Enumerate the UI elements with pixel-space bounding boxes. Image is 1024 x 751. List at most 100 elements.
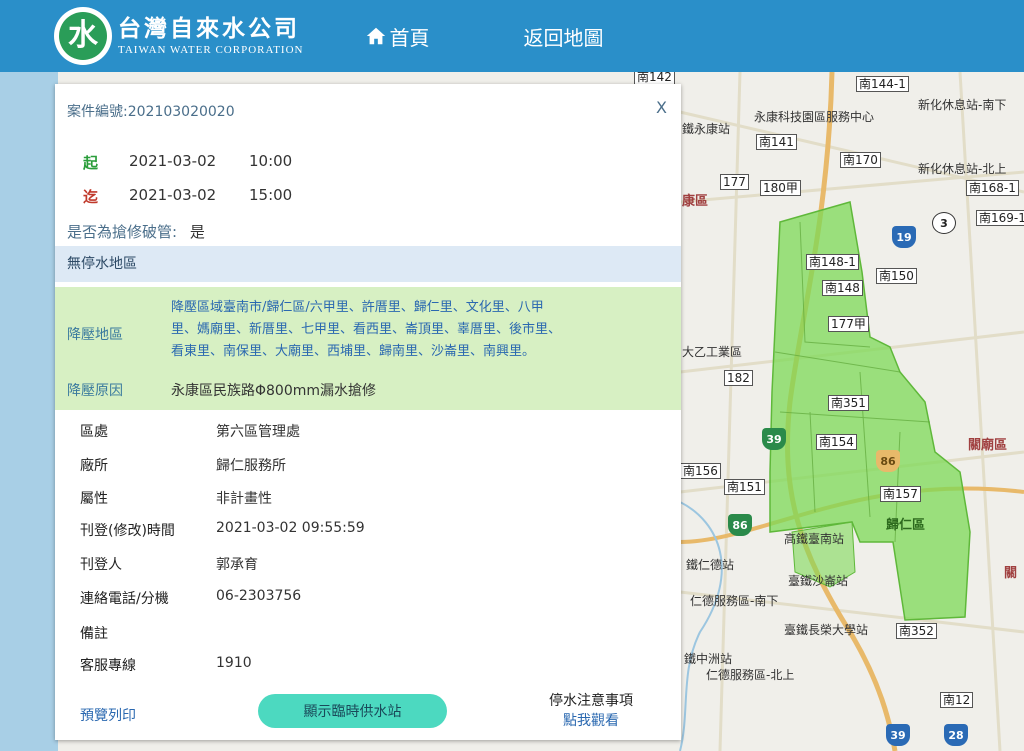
no-outage-area-bar: 無停水地區 — [55, 246, 681, 282]
logo-emblem: 水 — [54, 7, 112, 65]
info-row-publisher: 刊登人 郭承育 — [80, 554, 258, 574]
highway-shield-icon: 19 — [892, 226, 916, 248]
map-road-label: 南352 — [896, 623, 937, 639]
preview-print-link[interactable]: 預覽列印 — [80, 705, 136, 725]
map-place-label: 臺鐵沙崙站 — [788, 574, 849, 588]
info-value: 06-2303756 — [216, 588, 302, 604]
info-label: 廠所 — [80, 458, 108, 474]
map-place-label: 大乙工業區 — [682, 345, 743, 359]
map-road-label: 南148-1 — [806, 254, 859, 270]
map-district-label: 關 — [1004, 566, 1018, 581]
map-place-label: 鐵永康站 — [682, 122, 731, 136]
map-road-label: 180甲 — [760, 180, 801, 196]
info-row-publish-time: 刊登(修改)時間 2021-03-02 09:55:59 — [80, 520, 365, 540]
map-district-label: 關廟區 — [968, 438, 1008, 453]
close-button[interactable]: X — [656, 98, 667, 117]
pressure-area-list: 降壓區域臺南市/歸仁區/六甲里、許厝里、歸仁里、文化里、八甲 里、媽廟里、新厝里… — [171, 297, 651, 363]
pressure-area-line: 看東里、南保里、大廟里、西埔里、歸南里、沙崙里、南興里。 — [171, 344, 536, 359]
pressure-area-line: 降壓區域臺南市/歸仁區/六甲里、許厝里、歸仁里、文化里、八甲 — [171, 300, 544, 315]
info-label: 客服專線 — [80, 658, 136, 674]
nav-home[interactable]: 首頁 — [365, 22, 429, 51]
map-road-label: 南170 — [840, 152, 881, 168]
notice-title: 停水注意事項 — [549, 693, 633, 709]
info-row-remarks: 備註 — [80, 623, 216, 643]
nav-back-to-map[interactable]: 返回地圖 — [523, 22, 603, 51]
map-place-label: 新化休息站-北上 — [918, 162, 1007, 176]
pressure-reason-label: 降壓原因 — [67, 383, 123, 399]
pressure-area-label: 降壓地區 — [67, 327, 123, 343]
map-road-label: 南154 — [816, 434, 857, 450]
map-place-label: 仁德服務區-南下 — [690, 594, 779, 608]
info-row-district-office: 區處 第六區管理處 — [80, 421, 300, 441]
info-label: 屬性 — [80, 491, 108, 507]
map-road-label: 南150 — [876, 268, 917, 284]
map-road-label: 南351 — [828, 395, 869, 411]
pressure-reason-value: 永康區民族路Φ800mm漏水搶修 — [171, 383, 377, 399]
info-value: 第六區管理處 — [216, 424, 300, 440]
highway-shield-icon: 39 — [886, 724, 910, 746]
info-label: 刊登(修改)時間 — [80, 523, 175, 539]
info-label: 連絡電話/分機 — [80, 591, 169, 607]
map-place-label: 永康科技園區服務中心 — [754, 110, 875, 124]
map-road-label: 南141 — [756, 134, 797, 150]
start-time-row: 起 2021-03-02 10:00 — [83, 152, 292, 173]
app-header: 水 台灣自來水公司 TAIWAN WATER CORPORATION 首頁 返回… — [0, 0, 1024, 72]
main-nav: 首頁 返回地圖 — [365, 22, 603, 51]
start-time: 10:00 — [249, 152, 293, 170]
map-place-label: 鐵中洲站 — [684, 652, 733, 666]
start-date: 2021-03-02 — [129, 152, 217, 170]
end-date: 2021-03-02 — [129, 186, 217, 204]
info-row-attribute: 屬性 非計畫性 — [80, 488, 272, 508]
map-place-label: 高鐵臺南站 — [784, 532, 845, 546]
info-label: 備註 — [80, 626, 108, 642]
map-road-label: 南12 — [940, 692, 974, 708]
end-time-row: 迄 2021-03-02 15:00 — [83, 186, 292, 207]
info-value: 2021-03-02 09:55:59 — [216, 520, 365, 536]
emergency-repair-label: 是否為搶修破管: — [67, 223, 178, 241]
water-emblem-icon: 水 — [59, 12, 107, 60]
notice-view-link[interactable]: 點我觀看 — [549, 711, 633, 731]
map-place-label: 仁德服務區-北上 — [706, 668, 795, 682]
map-district-label: 歸仁區 — [886, 518, 926, 533]
emergency-repair-value: 是 — [189, 223, 205, 241]
info-value: 歸仁服務所 — [216, 458, 286, 474]
emergency-repair-row: 是否為搶修破管: 是 — [67, 221, 205, 242]
map-place-label: 鐵仁德站 — [686, 558, 735, 572]
map-road-label: 南169-1 — [976, 210, 1024, 226]
map-road-label: 南151 — [724, 479, 765, 495]
nav-back-to-map-label: 返回地圖 — [523, 25, 604, 50]
end-time: 15:00 — [249, 186, 293, 204]
info-row-hotline: 客服專線 1910 — [80, 655, 252, 675]
map-road-label: 177 — [720, 174, 749, 190]
info-value: 郭承育 — [216, 557, 258, 573]
map-road-label: 南157 — [880, 486, 921, 502]
pressure-area-line: 里、媽廟里、新厝里、七甲里、看西里、崙頂里、辜厝里、後市里、 — [171, 322, 562, 337]
info-label: 區處 — [80, 424, 108, 440]
highway-shield-icon: 28 — [944, 724, 968, 746]
end-tag: 迄 — [83, 188, 99, 206]
logo-english-name: TAIWAN WATER CORPORATION — [118, 44, 304, 56]
info-row-contact-phone: 連絡電話/分機 06-2303756 — [80, 588, 301, 608]
show-water-station-button[interactable]: 顯示臨時供水站 — [258, 694, 447, 728]
case-number: 案件編號:202103020020 — [67, 104, 235, 120]
highway-shield-icon: 86 — [876, 450, 900, 472]
map-road-label: 南168-1 — [966, 180, 1019, 196]
outage-notice: 停水注意事項 點我觀看 — [549, 691, 633, 731]
map-place-label: 臺鐵長榮大學站 — [784, 623, 869, 637]
map-district-label: 康區 — [682, 194, 709, 209]
map-road-label: 南148 — [822, 280, 863, 296]
highway-shield-icon: 86 — [728, 514, 752, 536]
info-value: 非計畫性 — [216, 491, 272, 507]
nav-home-label: 首頁 — [389, 25, 430, 50]
map-place-label: 新化休息站-南下 — [918, 98, 1007, 112]
map-road-label: 177甲 — [828, 316, 869, 332]
map-road-label: 南156 — [680, 463, 721, 479]
logo-chinese-name: 台灣自來水公司 — [118, 15, 300, 42]
pressure-reduction-box: 降壓地區 降壓區域臺南市/歸仁區/六甲里、許厝里、歸仁里、文化里、八甲 里、媽廟… — [55, 287, 681, 410]
info-label: 刊登人 — [80, 557, 122, 573]
highway-shield-icon: 3 — [932, 212, 956, 234]
company-logo[interactable]: 水 台灣自來水公司 TAIWAN WATER CORPORATION — [54, 7, 303, 65]
info-row-service-station: 廠所 歸仁服務所 — [80, 455, 286, 475]
case-detail-panel: 案件編號:202103020020 X 起 2021-03-02 10:00 迄… — [55, 84, 681, 740]
map-road-label: 182 — [724, 370, 753, 386]
